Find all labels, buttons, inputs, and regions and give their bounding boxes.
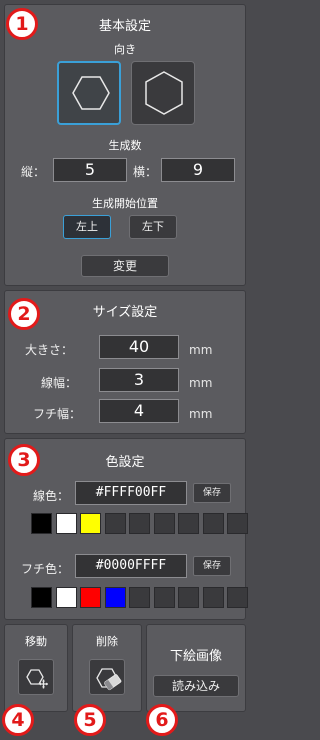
badge-4: 4 [2,704,34,736]
line-color-swatch-3[interactable] [80,513,101,534]
border-color-swatch-4[interactable] [104,587,126,608]
border-color-swatch-8[interactable] [202,587,224,608]
size-unit: mm [189,343,213,357]
line-width-input[interactable]: 3 [99,368,179,392]
size-label: 大きさ： [25,343,74,357]
line-color-input[interactable]: #FFFF00FF [75,481,187,505]
badge-3: 3 [8,444,40,476]
line-color-swatch-5[interactable] [129,513,150,534]
line-color-swatch-4[interactable] [104,513,126,534]
border-color-swatch-6[interactable] [153,587,175,608]
basic-settings-panel: 基本設定 向き 生成数 縦： 5 横： 9 生成開始位置 左上 左下 変更 [4,4,246,286]
color-settings-panel: 色設定 線色： #FFFF00FF 保存 フチ色： #0000FFFF 保存 [4,438,248,620]
cols-input[interactable]: 9 [161,158,235,182]
line-color-label: 線色： [33,489,70,503]
line-color-swatch-8[interactable] [202,513,224,534]
badge-2: 2 [8,298,40,330]
move-tool-button[interactable] [18,659,54,695]
underlay-panel: 下絵画像 読み込み [146,624,246,712]
line-color-swatch-9[interactable] [227,513,248,534]
border-color-swatch-1[interactable] [31,587,52,608]
delete-tool-button[interactable] [89,659,125,695]
color-settings-title: 色設定 [105,455,145,470]
size-settings-title: サイズ設定 [92,305,158,320]
border-width-input[interactable]: 4 [99,399,179,423]
badge-6: 6 [146,704,178,736]
gen-count-label: 生成数 [108,139,142,152]
delete-label: 削除 [96,635,118,648]
line-color-save-button[interactable]: 保存 [193,483,231,503]
rows-label: 縦： [21,165,46,179]
border-color-swatch-3[interactable] [80,587,101,608]
border-color-swatch-9[interactable] [227,587,248,608]
line-color-swatch-2[interactable] [55,513,77,534]
change-button[interactable]: 変更 [81,255,169,277]
border-color-swatch-2[interactable] [55,587,77,608]
orientation-horizontal-button[interactable] [57,61,121,125]
border-color-swatch-5[interactable] [129,587,150,608]
border-color-input[interactable]: #0000FFFF [75,554,187,578]
hexagon-pointy-horizontal-icon [72,76,110,110]
border-width-label: フチ幅： [33,407,82,421]
basic-settings-title: 基本設定 [98,19,151,34]
orientation-vertical-button[interactable] [131,61,195,125]
cols-label: 横： [133,165,158,179]
border-color-label: フチ色： [21,562,70,576]
start-top-left-button[interactable]: 左上 [63,215,111,239]
line-color-swatch-6[interactable] [153,513,175,534]
rows-input[interactable]: 5 [53,158,127,182]
line-color-swatch-7[interactable] [178,513,199,534]
size-settings-panel: サイズ設定 大きさ： 40 mm 線幅： 3 mm フチ幅： 4 mm [4,290,246,434]
move-label: 移動 [25,635,47,648]
border-color-swatch-7[interactable] [178,587,199,608]
line-width-unit: mm [189,376,213,390]
line-color-swatch-1[interactable] [31,513,52,534]
eraser-icon [96,668,122,691]
hexagon-pointy-vertical-icon [145,71,183,115]
move-hexagon-icon [26,669,48,689]
border-width-unit: mm [189,407,213,421]
badge-5: 5 [74,704,106,736]
badge-1: 1 [6,8,38,40]
load-underlay-button[interactable]: 読み込み [153,675,239,697]
orientation-label: 向き [114,43,136,56]
start-pos-label: 生成開始位置 [92,197,158,210]
size-input[interactable]: 40 [99,335,179,359]
start-bottom-left-button[interactable]: 左下 [129,215,177,239]
underlay-label: 下絵画像 [169,649,222,664]
line-width-label: 線幅： [41,376,78,390]
border-color-save-button[interactable]: 保存 [193,556,231,576]
move-tool-panel: 移動 [4,624,68,712]
delete-tool-panel: 削除 [72,624,142,712]
